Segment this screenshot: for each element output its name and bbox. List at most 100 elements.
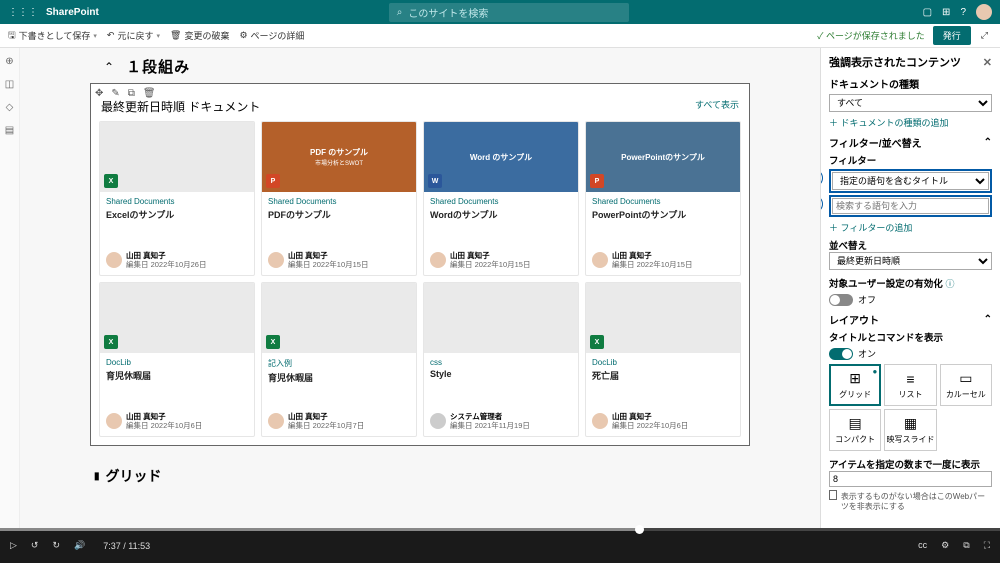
card-thumbnail: PDF のサンプル市場分析とSWOTP bbox=[262, 122, 416, 192]
author-avatar bbox=[268, 252, 284, 268]
filter-label: フィルター bbox=[829, 153, 992, 167]
layout-option[interactable]: ▤コンパクト bbox=[829, 409, 881, 451]
callout-2: ② bbox=[820, 195, 823, 213]
info-icon[interactable]: ⓘ bbox=[945, 279, 954, 289]
video-timeline[interactable] bbox=[0, 528, 1000, 531]
megaphone-icon[interactable]: ▢ bbox=[923, 7, 932, 18]
volume-button[interactable]: 🔊 bbox=[74, 540, 85, 551]
filetype-icon: X bbox=[266, 335, 280, 349]
audience-label: 対象ユーザー設定の有効化 bbox=[829, 279, 943, 290]
section-heading[interactable]: １段組み bbox=[126, 56, 190, 77]
section-settings-icon[interactable]: ▤ bbox=[5, 125, 14, 136]
document-card[interactable]: cssStyleシステム管理者編集日 2021年11月19日 bbox=[423, 282, 579, 437]
doc-type-label: ドキュメントの種類 bbox=[829, 76, 992, 91]
document-card[interactable]: PowerPointのサンプルPShared DocumentsPowerPoi… bbox=[585, 121, 741, 276]
grid-subheading[interactable]: グリッド bbox=[90, 456, 750, 490]
see-all-link[interactable]: すべて表示 bbox=[695, 98, 739, 111]
page-canvas: ⌃ １段組み ✥ ✎ ⧉ 🗑 最終更新日時順 ドキュメント すべて表示 XSha… bbox=[20, 48, 820, 528]
document-card[interactable]: XShared DocumentsExcelのサンプル山田 真知子編集日 202… bbox=[99, 121, 255, 276]
card-meta: 山田 真知子編集日 2022年10月6日 bbox=[126, 412, 202, 430]
card-title: 死亡届 bbox=[592, 369, 734, 382]
chevron-up-icon: ⌃ bbox=[984, 314, 992, 325]
undo-button[interactable]: ↶ 元に戻す ▾ bbox=[107, 29, 160, 42]
layout-option[interactable]: ▦映写スライド bbox=[884, 409, 936, 451]
layout-option[interactable]: ▭カルーセル bbox=[940, 364, 992, 406]
canvas-toolbox-rail: ⊕ ◫ ◇ ▤ bbox=[0, 48, 20, 528]
publish-button[interactable]: 発行 bbox=[933, 26, 971, 45]
card-thumbnail: X bbox=[262, 283, 416, 353]
layout-options: ⊞グリッド≡リスト▭カルーセル ▤コンパクト▦映写スライド bbox=[829, 364, 992, 451]
card-title: PowerPointのサンプル bbox=[592, 208, 734, 221]
card-title: PDFのサンプル bbox=[268, 208, 410, 221]
move-webpart-icon[interactable]: ✥ bbox=[95, 88, 103, 99]
card-library: css bbox=[430, 358, 572, 367]
rewind-button[interactable]: ↺ bbox=[31, 540, 39, 551]
filetype-icon: X bbox=[104, 174, 118, 188]
callout-1: ① bbox=[820, 169, 823, 187]
close-pane-icon[interactable]: ✕ bbox=[983, 56, 992, 69]
doc-type-select[interactable]: すべて bbox=[829, 94, 992, 112]
page-details-button[interactable]: ⚙ ページの詳細 bbox=[239, 29, 304, 42]
expand-icon[interactable]: ⤢ bbox=[977, 28, 992, 43]
search-placeholder: このサイトを検索 bbox=[408, 5, 488, 20]
layout-option[interactable]: ≡リスト bbox=[884, 364, 936, 406]
filetype-icon: W bbox=[428, 174, 442, 188]
page-command-bar: 🖫 下書きとして保存 ▾ ↶ 元に戻す ▾ 🗑 変更の破棄 ⚙ ページの詳細 ペ… bbox=[0, 24, 1000, 48]
suite-header: ⋮⋮⋮ SharePoint ⌕ このサイトを検索 ▢ ⊞ ? bbox=[0, 0, 1000, 24]
discard-button[interactable]: 🗑 変更の破棄 bbox=[170, 29, 229, 42]
card-thumbnail bbox=[424, 283, 578, 353]
site-search[interactable]: ⌕ このサイトを検索 bbox=[389, 3, 629, 22]
filetype-icon: X bbox=[590, 335, 604, 349]
save-draft-button[interactable]: 🖫 下書きとして保存 ▾ bbox=[8, 28, 97, 44]
highlighted-content-webpart[interactable]: ✥ ✎ ⧉ 🗑 最終更新日時順 ドキュメント すべて表示 XShared Doc… bbox=[90, 83, 750, 446]
document-card[interactable]: XDocLib育児休暇届山田 真知子編集日 2022年10月6日 bbox=[99, 282, 255, 437]
collapse-section-icon[interactable]: ⌃ bbox=[104, 60, 114, 74]
webpart-title[interactable]: 最終更新日時順 ドキュメント bbox=[97, 90, 743, 121]
card-meta: 山田 真知子編集日 2022年10月15日 bbox=[288, 251, 368, 269]
card-thumbnail: Word のサンプルW bbox=[424, 122, 578, 192]
filter-sort-heading[interactable]: フィルター/並べ替え⌃ bbox=[829, 135, 992, 150]
video-time: 7:37 / 11:53 bbox=[103, 541, 150, 551]
layout-heading[interactable]: レイアウト⌃ bbox=[829, 312, 992, 327]
pip-icon[interactable]: ⧉ bbox=[963, 540, 969, 551]
document-card[interactable]: X記入例育児休暇届山田 真知子編集日 2022年10月7日 bbox=[261, 282, 417, 437]
document-card[interactable]: Word のサンプルWShared DocumentsWordのサンプル山田 真… bbox=[423, 121, 579, 276]
forward-button[interactable]: ↻ bbox=[52, 540, 60, 551]
sort-select[interactable]: 最終更新日時順 bbox=[829, 252, 992, 270]
move-icon[interactable]: ◇ bbox=[6, 102, 14, 113]
document-card[interactable]: PDF のサンプル市場分析とSWOTPShared DocumentsPDFのサ… bbox=[261, 121, 417, 276]
card-title: 育児休暇届 bbox=[106, 369, 248, 382]
filter-type-select[interactable]: 指定の語句を含むタイトル bbox=[832, 172, 989, 190]
card-meta: システム管理者編集日 2021年11月19日 bbox=[450, 412, 530, 430]
delete-webpart-icon[interactable]: 🗑 bbox=[143, 88, 156, 99]
fullscreen-icon[interactable]: ⛶ bbox=[984, 540, 990, 551]
show-title-toggle[interactable]: オン bbox=[829, 347, 992, 360]
add-section-icon[interactable]: ⊕ bbox=[5, 56, 13, 67]
filter-text-input[interactable] bbox=[832, 198, 989, 214]
card-grid: XShared DocumentsExcelのサンプル山田 真知子編集日 202… bbox=[97, 121, 743, 437]
max-items-input[interactable] bbox=[829, 471, 992, 487]
card-library: Shared Documents bbox=[430, 197, 572, 206]
document-card[interactable]: XDocLib死亡届山田 真知子編集日 2022年10月6日 bbox=[585, 282, 741, 437]
duplicate-webpart-icon[interactable]: ⧉ bbox=[128, 88, 135, 99]
cc-button[interactable]: cc bbox=[918, 540, 927, 551]
author-avatar bbox=[106, 252, 122, 268]
pane-title-text: 強調表示されたコンテンツ bbox=[829, 54, 961, 70]
add-filter-link[interactable]: フィルターの追加 bbox=[829, 221, 992, 234]
video-settings-icon[interactable]: ⚙ bbox=[941, 540, 949, 551]
filetype-icon: P bbox=[590, 174, 604, 188]
search-icon: ⌕ bbox=[397, 7, 403, 18]
app-launcher-icon[interactable]: ⋮⋮⋮ bbox=[8, 7, 38, 18]
card-library: DocLib bbox=[106, 358, 248, 367]
add-doctype-link[interactable]: ドキュメントの種類の追加 bbox=[829, 116, 992, 129]
edit-webpart-icon[interactable]: ✎ bbox=[111, 88, 119, 99]
user-avatar[interactable] bbox=[976, 4, 992, 20]
author-avatar bbox=[430, 252, 446, 268]
settings-icon[interactable]: ⊞ bbox=[942, 7, 950, 18]
play-button[interactable]: ▷ bbox=[10, 540, 17, 551]
help-icon[interactable]: ? bbox=[960, 7, 966, 18]
audience-toggle[interactable]: オフ bbox=[829, 293, 992, 306]
hide-empty-checkbox[interactable] bbox=[829, 490, 837, 500]
duplicate-icon[interactable]: ◫ bbox=[5, 79, 14, 90]
layout-option[interactable]: ⊞グリッド bbox=[829, 364, 881, 406]
